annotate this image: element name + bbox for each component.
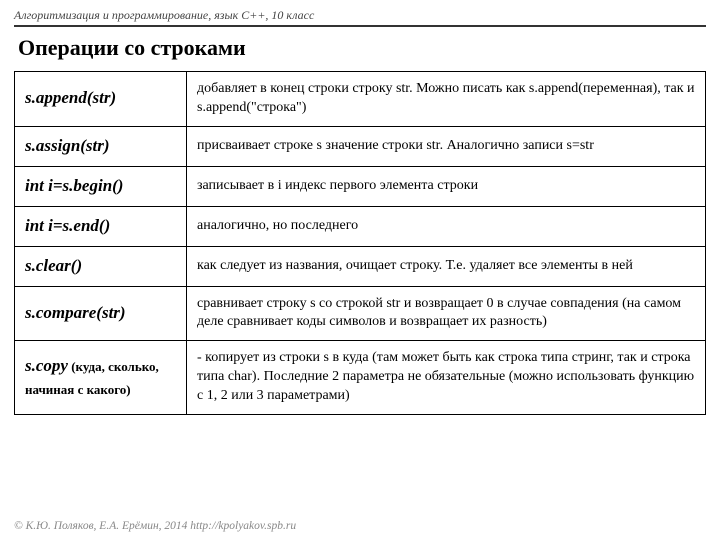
table-row: s.clear() как следует из названия, очища… — [15, 246, 706, 286]
method-name: s.assign(str) — [15, 126, 187, 166]
page-title: Операции со строками — [18, 35, 702, 61]
table-row: int i=s.begin() записывает в i индекс пе… — [15, 166, 706, 206]
copyright-footer: © К.Ю. Поляков, Е.А. Ерёмин, 2014 http:/… — [14, 520, 296, 532]
method-desc: добавляет в конец строки строку str. Мож… — [187, 72, 706, 127]
method-desc: записывает в i индекс первого элемента с… — [187, 166, 706, 206]
method-desc: присваивает строке s значение строки str… — [187, 126, 706, 166]
method-desc: аналогично, но последнего — [187, 206, 706, 246]
method-name: s.copy (куда, сколько, начиная с какого) — [15, 341, 187, 415]
method-name: s.clear() — [15, 246, 187, 286]
method-name: s.append(str) — [15, 72, 187, 127]
course-header: Алгоритмизация и программирование, язык … — [14, 8, 706, 27]
table-row: s.compare(str) сравнивает строку s со ст… — [15, 286, 706, 341]
table-row: s.assign(str) присваивает строке s значе… — [15, 126, 706, 166]
method-desc: как следует из названия, очищает строку.… — [187, 246, 706, 286]
method-name: s.compare(str) — [15, 286, 187, 341]
method-main: s.copy — [25, 356, 68, 375]
methods-table: s.append(str) добавляет в конец строки с… — [14, 71, 706, 415]
table-row: s.copy (куда, сколько, начиная с какого)… — [15, 341, 706, 415]
table-row: s.append(str) добавляет в конец строки с… — [15, 72, 706, 127]
method-name: int i=s.end() — [15, 206, 187, 246]
table-row: int i=s.end() аналогично, но последнего — [15, 206, 706, 246]
method-name: int i=s.begin() — [15, 166, 187, 206]
method-desc: - копирует из строки s в куда (там может… — [187, 341, 706, 415]
method-desc: сравнивает строку s со строкой str и воз… — [187, 286, 706, 341]
